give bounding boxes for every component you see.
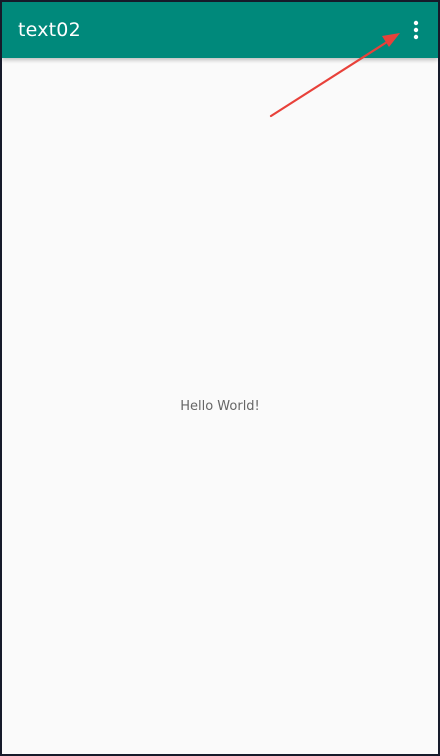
more-vert-icon	[413, 20, 419, 40]
overflow-menu-button[interactable]	[404, 14, 428, 46]
hello-text: Hello World!	[180, 399, 260, 414]
app-bar: text02	[2, 2, 438, 58]
app-window: text02 Hello World!	[0, 0, 440, 756]
main-content: Hello World!	[2, 58, 438, 754]
app-title: text02	[18, 19, 81, 41]
